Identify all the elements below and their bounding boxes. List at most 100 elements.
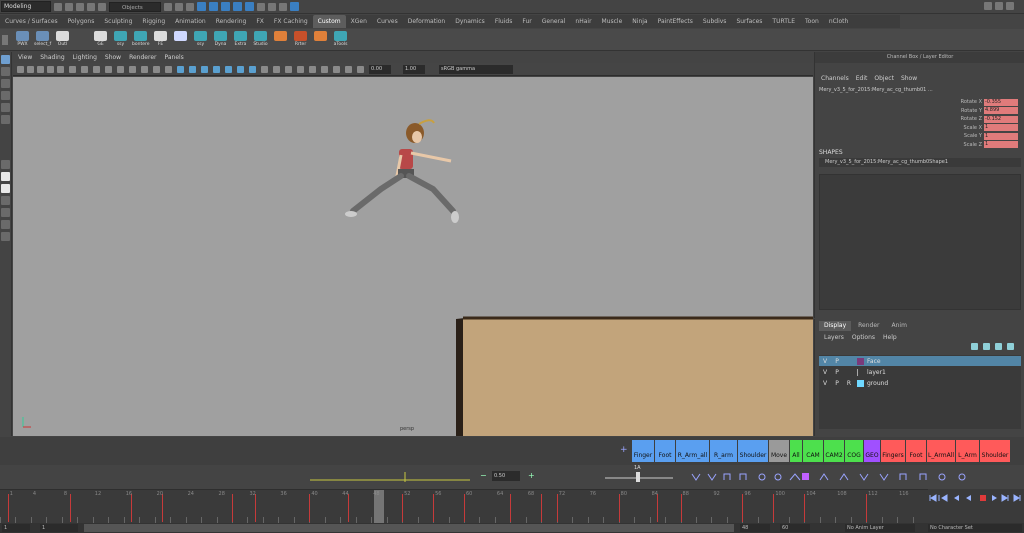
plus-icon[interactable]: + (528, 472, 536, 480)
snap-surface-icon[interactable] (245, 2, 254, 11)
keyframe-marker[interactable] (541, 494, 543, 522)
character-button[interactable]: CAM (803, 440, 823, 462)
shape-name[interactable]: Mery_v3_5_for_2015:Mery_ac_cg_thumb0Shap… (819, 158, 1021, 167)
character-button[interactable]: Foot (906, 440, 926, 462)
attribute-row[interactable]: Rotate Z -0.152 (942, 115, 1018, 123)
panel-toolbar-icon[interactable] (69, 66, 76, 73)
panel-menu-item[interactable]: View (18, 54, 32, 61)
shelf-tab[interactable]: Animation (170, 15, 211, 28)
layer-toggle-p[interactable]: P (831, 380, 843, 387)
keyframe-marker[interactable] (680, 494, 682, 522)
keyframe-marker[interactable] (556, 494, 558, 522)
time-slider[interactable]: 1481216202428323640444852566064687276808… (0, 489, 940, 524)
shelf-tab[interactable]: FX (251, 15, 269, 28)
shelf-button[interactable]: Outl (54, 31, 71, 49)
panel-toolbar-icon[interactable] (237, 66, 244, 73)
shelf-tab[interactable]: PaintEffects (653, 15, 698, 28)
layer-row[interactable]: V P Face (819, 356, 1021, 366)
shelf-tab[interactable]: Surfaces (731, 15, 767, 28)
panel-toolbar-icon[interactable] (297, 66, 304, 73)
shelf-tab[interactable]: Rigging (137, 15, 170, 28)
attribute-value[interactable]: 1 (984, 132, 1018, 140)
toggle-panel-icon[interactable] (984, 2, 992, 10)
shelf-button[interactable]: Dyna (212, 31, 229, 49)
toggle-panel-icon[interactable] (995, 2, 1003, 10)
move-layer-up-icon[interactable] (971, 343, 978, 350)
select-hierarchy-icon[interactable] (164, 2, 172, 11)
panel-toolbar-icon[interactable] (285, 66, 292, 73)
shelf-button[interactable]: FE (152, 31, 169, 49)
panel-toolbar-icon[interactable] (93, 66, 100, 73)
channel-menu-item[interactable]: Edit (856, 75, 868, 82)
panel-toolbar-icon[interactable] (153, 66, 160, 73)
hypershade-icon[interactable] (290, 2, 299, 11)
shelf-tab[interactable]: Rendering (211, 15, 252, 28)
layer-tab[interactable]: Anim (887, 321, 912, 331)
panel-toolbar-icon[interactable] (129, 66, 136, 73)
panel-toolbar-icon[interactable] (81, 66, 88, 73)
snap-point-icon[interactable] (221, 2, 230, 11)
character-button[interactable]: Fingers (881, 440, 905, 462)
character-button[interactable]: Shoulder (738, 440, 768, 462)
minus-icon[interactable]: − (480, 472, 488, 480)
character-button[interactable]: R_arm (710, 440, 737, 462)
layer-tab[interactable]: Display (819, 321, 852, 331)
shelf-tab[interactable]: General (537, 15, 571, 28)
shelf-tab[interactable]: nCloth (824, 15, 854, 28)
layout-four-icon[interactable] (1, 172, 10, 181)
keyframe-marker[interactable] (131, 494, 133, 522)
layer-toggle-p[interactable]: P (831, 358, 843, 365)
toggle-panel-icon[interactable] (1006, 2, 1014, 10)
keyframe-marker[interactable] (804, 494, 806, 522)
panel-toolbar-icon[interactable] (189, 66, 196, 73)
ipr-render-icon[interactable] (268, 2, 276, 11)
layer-toggle-v[interactable]: V (819, 358, 831, 365)
range-end-field[interactable]: 48 (740, 524, 770, 532)
paint-select-icon[interactable] (1, 79, 10, 88)
panel-toolbar-icon[interactable] (17, 66, 24, 73)
shelf-button[interactable]: GE (92, 31, 109, 49)
layout-outliner-icon[interactable] (1, 196, 10, 205)
keyframe-marker[interactable] (657, 494, 659, 522)
attribute-row[interactable]: Scale X1 (942, 124, 1018, 132)
keyframe-marker[interactable] (69, 494, 71, 522)
character-button[interactable]: Shoulder (980, 440, 1010, 462)
layer-menu-item[interactable]: Layers (824, 334, 844, 341)
snap-grid-icon[interactable] (197, 2, 206, 11)
panel-toolbar-icon[interactable] (357, 66, 364, 73)
panel-toolbar-icon[interactable] (37, 66, 44, 73)
panel-toolbar-icon[interactable] (165, 66, 172, 73)
shelf-tab[interactable]: XGen (346, 15, 372, 28)
shelf-menu-icon[interactable] (2, 35, 8, 45)
layout-single-icon[interactable] (1, 160, 10, 169)
attribute-row[interactable]: Rotate Y 4.899 (942, 107, 1018, 115)
shelf-tab[interactable]: Toon (800, 15, 824, 28)
panel-toolbar-icon[interactable] (333, 66, 340, 73)
layer-color-swatch[interactable] (857, 379, 864, 387)
new-layer-icon[interactable] (995, 343, 1002, 350)
panel-toolbar-icon[interactable] (117, 66, 124, 73)
shelf-tab[interactable]: TURTLE (767, 15, 800, 28)
panel-toolbar-icon[interactable] (47, 66, 54, 73)
shelf-tab[interactable]: Muscle (597, 15, 628, 28)
panel-toolbar-icon[interactable] (141, 66, 148, 73)
move-layer-down-icon[interactable] (983, 343, 990, 350)
shelf-button[interactable]: bontere (132, 31, 150, 49)
character-button[interactable]: COG (845, 440, 863, 462)
keyframe-marker[interactable] (7, 494, 9, 522)
layer-row[interactable]: V P Rground (819, 378, 1021, 388)
keyframe-marker[interactable] (433, 494, 435, 522)
layer-color-swatch[interactable] (857, 368, 864, 376)
color-space-select[interactable]: sRGB gamma (439, 65, 513, 74)
character-button[interactable]: CAM2 (824, 440, 844, 462)
panel-toolbar-icon[interactable] (261, 66, 268, 73)
render-settings-icon[interactable] (279, 2, 287, 11)
panel-toolbar-icon[interactable] (273, 66, 280, 73)
shelf-button[interactable]: Extra (232, 31, 249, 49)
layer-row[interactable]: V Player1 (819, 367, 1021, 377)
shelf-tab[interactable]: FX Caching (269, 15, 313, 28)
mode-select[interactable]: Modeling (1, 1, 51, 12)
shelf-button[interactable]: aTools (332, 31, 349, 49)
panel-toolbar-icon[interactable] (249, 66, 256, 73)
character-button[interactable]: Foot (655, 440, 675, 462)
